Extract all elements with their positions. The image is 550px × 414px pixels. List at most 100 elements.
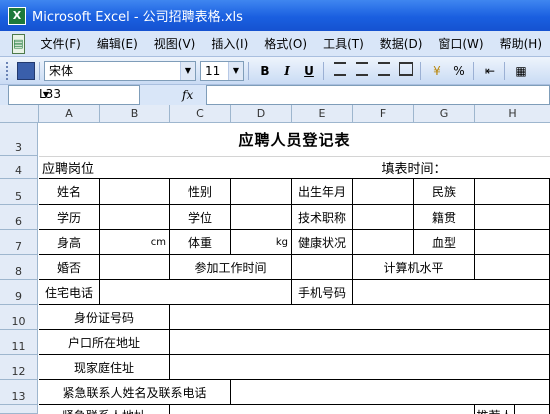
row-header-13[interactable]: 13 <box>0 380 38 405</box>
align-center-icon[interactable] <box>352 61 372 81</box>
cell-mobile-value[interactable] <box>353 280 550 305</box>
select-all-corner[interactable] <box>0 105 39 123</box>
cell-current-address-value[interactable] <box>170 355 550 380</box>
chevron-down-icon[interactable]: ▼ <box>228 61 243 80</box>
cell-blood-value[interactable] <box>475 230 550 255</box>
cell-computer-level-label[interactable]: 计算机水平 <box>353 255 475 280</box>
menu-view[interactable]: 视图(V) <box>146 35 204 52</box>
currency-icon[interactable]: ¥ <box>427 61 447 81</box>
chevron-down-icon[interactable]: ▼ <box>180 61 195 80</box>
excel-app-icon[interactable]: X <box>8 6 26 25</box>
cell-height-unit[interactable]: cm <box>100 230 170 255</box>
cell-education-value[interactable] <box>100 205 170 230</box>
cell-birth-value[interactable] <box>353 179 414 205</box>
cell-work-start-value[interactable] <box>292 255 353 280</box>
menu-window[interactable]: 窗口(W) <box>430 35 491 52</box>
cell-referrer-label[interactable]: 推荐人 <box>475 405 515 414</box>
merge-center-icon[interactable] <box>396 61 416 81</box>
cell-mobile-label[interactable]: 手机号码 <box>292 280 353 305</box>
italic-button[interactable]: I <box>277 61 297 81</box>
cell-emergency-label[interactable]: 紧急联系人姓名及联系电话 <box>39 380 231 405</box>
cell-education-label[interactable]: 学历 <box>39 205 100 230</box>
cell-gender-label[interactable]: 性别 <box>170 179 231 205</box>
cell-id-number-label[interactable]: 身份证号码 <box>39 305 170 330</box>
font-size-select[interactable]: 11 ▼ <box>200 60 244 81</box>
cell-computer-level-value[interactable] <box>475 255 550 280</box>
cell-current-address-label[interactable]: 现家庭住址 <box>39 355 170 380</box>
cell-weight-unit[interactable]: kg <box>231 230 292 255</box>
column-header-c[interactable]: C <box>170 105 231 123</box>
row-header-10[interactable]: 10 <box>0 305 38 330</box>
row-header-11[interactable]: 11 <box>0 330 38 355</box>
cell-marital-label[interactable]: 婚否 <box>39 255 100 280</box>
cell-fill-time-label[interactable]: 填表时间： <box>353 156 475 179</box>
cell-ethnicity-value[interactable] <box>475 179 550 205</box>
row-header-9[interactable]: 9 <box>0 280 38 305</box>
save-icon[interactable] <box>17 61 35 80</box>
name-box[interactable]: L33 ▼ <box>8 85 140 105</box>
cell-home-phone-label[interactable]: 住宅电话 <box>39 280 100 305</box>
menu-insert[interactable]: 插入(I) <box>203 35 256 52</box>
cell-blood-label[interactable]: 血型 <box>414 230 475 255</box>
cell-id-number-value[interactable] <box>170 305 550 330</box>
formula-input[interactable] <box>206 85 550 105</box>
cell-degree-value[interactable] <box>231 205 292 230</box>
cell-tech-title-value[interactable] <box>353 205 414 230</box>
menu-edit[interactable]: 编辑(E) <box>89 35 146 52</box>
cell-health-label[interactable]: 健康状况 <box>292 230 353 255</box>
cell-position-value[interactable] <box>109 156 353 179</box>
chevron-down-icon[interactable]: ▼ <box>39 86 53 104</box>
column-header-e[interactable]: E <box>292 105 353 123</box>
row-header-14[interactable] <box>0 405 38 414</box>
decrease-indent-icon[interactable]: ⇤ <box>480 61 500 81</box>
cell-weight-label[interactable]: 体重 <box>170 230 231 255</box>
cell-birth-label[interactable]: 出生年月 <box>292 179 353 205</box>
menu-file[interactable]: 文件(F) <box>33 35 89 52</box>
cell-emergency-address-label[interactable]: 紧急联系人地址 <box>39 405 170 414</box>
row-header-8[interactable]: 8 <box>0 255 38 280</box>
borders-icon[interactable]: ▦ <box>511 61 531 81</box>
cell-ethnicity-label[interactable]: 民族 <box>414 179 475 205</box>
column-header-f[interactable]: F <box>353 105 414 123</box>
workbook-icon[interactable]: ▤ <box>12 33 25 54</box>
menu-format[interactable]: 格式(O) <box>256 35 315 52</box>
column-header-h[interactable]: H <box>475 105 550 123</box>
cell-name-value[interactable] <box>100 179 170 205</box>
column-header-d[interactable]: D <box>231 105 292 123</box>
cell-work-start-label[interactable]: 参加工作时间 <box>170 255 292 280</box>
cell-hukou-value[interactable] <box>170 330 550 355</box>
row-header-6[interactable]: 6 <box>0 205 38 230</box>
cell-emergency-address-value[interactable] <box>170 405 475 414</box>
cell-degree-label[interactable]: 学位 <box>170 205 231 230</box>
row-header-7[interactable]: 7 <box>0 230 38 255</box>
cell-referrer-value[interactable] <box>515 405 550 414</box>
cell-hukou-label[interactable]: 户口所在地址 <box>39 330 170 355</box>
cell-native-place-label[interactable]: 籍贯 <box>414 205 475 230</box>
menu-tools[interactable]: 工具(T) <box>315 35 372 52</box>
menu-help[interactable]: 帮助(H) <box>492 35 550 52</box>
cell-gender-value[interactable] <box>231 179 292 205</box>
row-header-4[interactable]: 4 <box>0 156 38 179</box>
cell-height-label[interactable]: 身高 <box>39 230 100 255</box>
cell-emergency-value[interactable] <box>231 380 550 405</box>
align-left-icon[interactable] <box>330 61 350 81</box>
row-header-3[interactable]: 3 <box>0 123 38 156</box>
column-header-g[interactable]: G <box>414 105 475 123</box>
align-right-icon[interactable] <box>374 61 394 81</box>
row-header-5[interactable]: 5 <box>0 179 38 205</box>
cell-marital-value[interactable] <box>100 255 170 280</box>
underline-button[interactable]: U <box>299 61 319 81</box>
font-name-select[interactable]: 宋体 ▼ <box>44 60 196 81</box>
percent-button[interactable]: % <box>449 61 469 81</box>
cell-name-label[interactable]: 姓名 <box>39 179 100 205</box>
cell-native-place-value[interactable] <box>475 205 550 230</box>
cell-health-value[interactable] <box>353 230 414 255</box>
cell-position-label[interactable]: 应聘岗位 <box>39 156 109 179</box>
column-header-b[interactable]: B <box>100 105 170 123</box>
column-header-a[interactable]: A <box>39 105 100 123</box>
cell-tech-title-label[interactable]: 技术职称 <box>292 205 353 230</box>
menu-data[interactable]: 数据(D) <box>372 35 431 52</box>
form-title[interactable]: 应聘人员登记表 <box>39 123 550 156</box>
bold-button[interactable]: B <box>255 61 275 81</box>
cell-home-phone-value[interactable] <box>100 280 292 305</box>
